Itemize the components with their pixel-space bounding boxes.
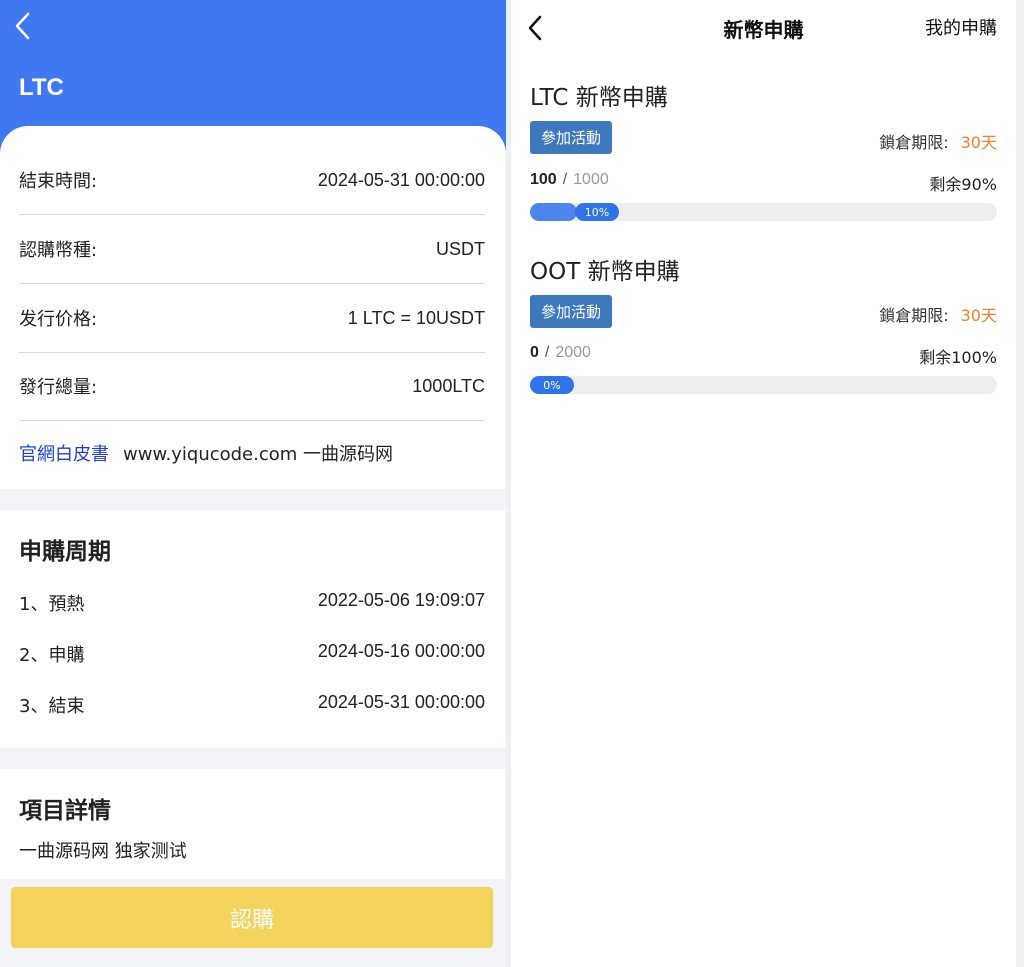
progress-label: 10% bbox=[575, 203, 619, 221]
progress-bar: 0% bbox=[530, 376, 997, 394]
whitepaper-row: 官網白皮書 www.yiqucode.com 一曲源码网 bbox=[19, 440, 393, 466]
info-label: 发行价格: bbox=[19, 305, 97, 331]
right-edge bbox=[1016, 0, 1024, 967]
back-arrow-icon[interactable] bbox=[12, 10, 36, 42]
period-label: 1、預熱 bbox=[19, 590, 84, 616]
lock-period: 鎖倉期限: 30天 bbox=[879, 129, 997, 153]
whitepaper-text: www.yiqucode.com 一曲源码网 bbox=[123, 440, 393, 466]
info-label: 結束時間: bbox=[19, 167, 97, 193]
coin-title: LTC bbox=[19, 74, 64, 102]
lock-days: 30天 bbox=[961, 133, 997, 152]
whitepaper-link[interactable]: 官網白皮書 bbox=[19, 440, 109, 466]
amount-total: 1000 bbox=[573, 171, 609, 188]
period-card: 申購周期 1、預熱 2022-05-06 19:09:07 2、申購 2024-… bbox=[0, 510, 506, 748]
period-value: 2024-05-31 00:00:00 bbox=[318, 692, 485, 718]
amount-counts: 0/2000 bbox=[530, 344, 591, 362]
period-value: 2022-05-06 19:09:07 bbox=[318, 590, 485, 616]
item-title: LTC 新幣申購 bbox=[530, 78, 668, 112]
join-activity-button[interactable]: 參加活動 bbox=[530, 121, 612, 154]
lock-label: 鎖倉期限: bbox=[879, 306, 948, 325]
period-row-preheat: 1、預熱 2022-05-06 19:09:07 bbox=[19, 590, 485, 616]
info-card: 結束時間: 2024-05-31 00:00:00 認購幣種: USDT 发行价… bbox=[0, 126, 506, 489]
info-label: 認購幣種: bbox=[19, 236, 97, 262]
new-coin-list-screen: 新幣申購 我的申購 LTC 新幣申購 參加活動 鎖倉期限:30天 100/100… bbox=[511, 0, 1016, 967]
amount-current: 0 bbox=[530, 344, 539, 361]
progress-label: 0% bbox=[530, 376, 574, 394]
info-row-currency: 認購幣種: USDT bbox=[19, 215, 485, 284]
amount-counts: 100/1000 bbox=[530, 171, 609, 189]
info-value: 1000LTC bbox=[412, 376, 485, 397]
progress-bar: 10% bbox=[530, 203, 997, 221]
item-title: OOT 新幣申購 bbox=[530, 252, 680, 286]
info-label: 發行總量: bbox=[19, 373, 97, 399]
period-label: 2、申購 bbox=[19, 641, 84, 667]
lock-days: 30天 bbox=[961, 306, 997, 325]
detail-card: 項目詳情 一曲源码网 独家测试 bbox=[0, 769, 506, 879]
info-value: USDT bbox=[436, 239, 485, 260]
detail-text: 一曲源码网 独家测试 bbox=[19, 837, 187, 863]
info-value: 2024-05-31 00:00:00 bbox=[318, 170, 485, 191]
period-row-subscribe: 2、申購 2024-05-16 00:00:00 bbox=[19, 641, 485, 667]
lock-period: 鎖倉期限: 30天 bbox=[879, 302, 997, 326]
app-root: LTC 結束時間: 2024-05-31 00:00:00 認購幣種: USDT… bbox=[0, 0, 1024, 967]
info-row-end-time: 結束時間: 2024-05-31 00:00:00 bbox=[19, 146, 485, 215]
info-row-total-supply: 發行總量: 1000LTC bbox=[19, 352, 485, 421]
detail-screen: LTC 結束時間: 2024-05-31 00:00:00 認購幣種: USDT… bbox=[0, 0, 506, 967]
amount-current: 100 bbox=[530, 171, 557, 188]
info-value: 1 LTC = 10USDT bbox=[348, 308, 485, 329]
my-subscriptions-link[interactable]: 我的申購 bbox=[925, 14, 997, 40]
join-activity-button[interactable]: 參加活動 bbox=[530, 295, 612, 328]
subscribe-button[interactable]: 認購 bbox=[11, 887, 493, 948]
period-value: 2024-05-16 00:00:00 bbox=[318, 641, 485, 667]
remaining-percent: 剩余100% bbox=[919, 344, 997, 368]
lock-label: 鎖倉期限: bbox=[879, 133, 948, 152]
period-title: 申購周期 bbox=[19, 532, 111, 566]
progress-fill bbox=[530, 203, 577, 221]
info-row-price: 发行价格: 1 LTC = 10USDT bbox=[19, 284, 485, 353]
detail-title: 項目詳情 bbox=[19, 791, 111, 825]
period-label: 3、結束 bbox=[19, 692, 84, 718]
amount-total: 2000 bbox=[555, 344, 591, 361]
period-row-end: 3、結束 2024-05-31 00:00:00 bbox=[19, 692, 485, 718]
remaining-percent: 剩余90% bbox=[929, 171, 997, 195]
